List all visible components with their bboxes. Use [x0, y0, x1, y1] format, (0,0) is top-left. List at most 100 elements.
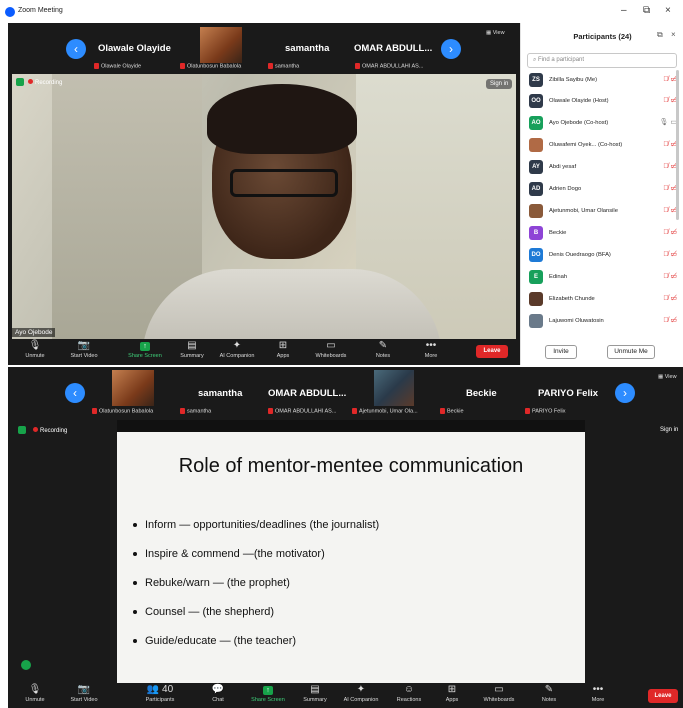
record-dot-icon — [28, 79, 33, 84]
participant-row[interactable]: AY Abdi yesaf 🎙̸ ▭̸ — [527, 157, 677, 178]
participant-row[interactable]: AD Adrien Dogo 🎙̸ ▭̸ — [527, 179, 677, 200]
participant-row[interactable]: OO Olawale Olayide (Host) 🎙̸ ▭̸ — [527, 91, 677, 112]
participant-row[interactable]: Oluwafemi Oyek... (Co-host) 🎙̸ ▭̸ — [527, 135, 677, 156]
more-button[interactable]: ••• More — [584, 683, 612, 703]
participant-row[interactable]: DO Denis Ouedraogo (BFA) 🎙̸ ▭̸ — [527, 245, 677, 266]
avatar: AY — [529, 160, 543, 174]
apps-button[interactable]: ⊞ Apps — [438, 683, 466, 703]
apps-icon: ⊞ — [447, 684, 457, 695]
share-screen-button[interactable]: ↑ Share Screen — [248, 683, 288, 703]
close-button[interactable]: × — [665, 5, 671, 16]
unmute-button[interactable]: 🎙 Unmute — [22, 683, 48, 703]
unmuted-icons: 🎙 ▭ — [659, 119, 677, 126]
muted-icons: 🎙̸ ▭̸ — [663, 317, 677, 324]
strip-tile-label: Olawale Olayide — [94, 63, 141, 69]
muted-icons: 🎙̸ ▭̸ — [663, 163, 677, 170]
whiteboards-button[interactable]: ▭ Whiteboards — [308, 339, 354, 359]
ai-companion-button[interactable]: ✦ AI Companion — [214, 339, 260, 359]
chat-button[interactable]: 💬 Chat — [204, 683, 232, 703]
whiteboards-button[interactable]: ▭ Whiteboards — [476, 683, 522, 703]
participant-row[interactable]: AO Ayo Ojebode (Co-host) 🎙 ▭ — [527, 113, 677, 134]
whiteboard-icon: ▭ — [326, 340, 336, 351]
bullet-dot-icon — [133, 610, 137, 615]
slide-bullet: Inspire & commend —(the motivator) — [133, 548, 325, 560]
invite-button[interactable]: Invite — [545, 345, 577, 359]
prev-page-arrow-icon[interactable]: ‹ — [66, 39, 86, 59]
leave-button[interactable]: Leave — [648, 689, 678, 703]
participant-row[interactable]: Elizabeth Chunde 🎙̸ ▭̸ — [527, 289, 677, 310]
share-screen-icon: ↑ — [263, 686, 273, 695]
bullet-dot-icon — [133, 523, 137, 528]
unmute-button[interactable]: 🎙 Unmute — [22, 339, 48, 359]
strip-tile-name: OMAR ABDULL... — [268, 388, 347, 399]
sign-in-button[interactable]: Sign in — [660, 427, 678, 433]
slide-title: Role of mentor-mentee communication — [178, 455, 524, 477]
summary-button[interactable]: ▤ Summary — [298, 683, 332, 703]
chat-icon: 💬 — [211, 684, 225, 695]
participant-row[interactable]: Lajuwomi Oluwatosin 🎙̸ ▭̸ — [527, 311, 677, 332]
muted-icons: 🎙̸ ▭̸ — [663, 97, 677, 104]
pop-out-icon[interactable]: ⧉ — [657, 30, 663, 40]
next-page-arrow-icon[interactable]: › — [441, 39, 461, 59]
speaker-hair — [207, 84, 357, 154]
speaker-glasses — [230, 169, 338, 197]
more-button[interactable]: ••• More — [417, 339, 445, 359]
apps-button[interactable]: ⊞ Apps — [268, 339, 298, 359]
participant-search-input[interactable]: ⌕ Find a participant — [527, 53, 677, 68]
record-dot-icon — [33, 427, 38, 432]
participant-row[interactable]: B Beckie 🎙̸ ▭̸ — [527, 223, 677, 244]
security-shield-icon[interactable] — [18, 426, 26, 434]
ai-companion-button[interactable]: ✦ AI Companion — [338, 683, 384, 703]
participant-row[interactable]: E Edinah 🎙̸ ▭̸ — [527, 267, 677, 288]
unmute-me-button[interactable]: Unmute Me — [607, 345, 655, 359]
avatar: E — [529, 270, 543, 284]
ai-sparkle-icon: ✦ — [232, 340, 242, 351]
view-button[interactable]: ▦ View — [486, 30, 505, 36]
annotate-pencil-icon[interactable] — [21, 660, 31, 670]
participant-row[interactable]: Ajetunmobi, Umar Olansile 🎙̸ ▭̸ — [527, 201, 677, 222]
participants-button[interactable]: 👥 40 Participants — [140, 683, 180, 703]
speaker-video — [12, 74, 516, 339]
share-screen-icon: ↑ — [140, 342, 150, 351]
strip-tile-label: Olatunbosun Babalola — [180, 63, 241, 69]
camera-icon: 📷 — [77, 684, 91, 695]
start-video-button[interactable]: 📷 Start Video — [64, 339, 104, 359]
slide-bullet: Counsel — (the shepherd) — [133, 606, 274, 618]
reactions-icon: ☺ — [403, 684, 415, 695]
security-shield-icon[interactable] — [16, 78, 24, 86]
muted-icons: 🎙̸ ▭̸ — [663, 251, 677, 258]
slide-bullet: Guide/educate — (the teacher) — [133, 635, 296, 647]
strip-tile-label: PARIYO Felix — [525, 408, 566, 414]
summary-icon: ▤ — [310, 684, 320, 695]
prev-page-arrow-icon[interactable]: ‹ — [65, 383, 85, 403]
share-screen-button[interactable]: ↑ Share Screen — [125, 339, 165, 359]
summary-button[interactable]: ▤ Summary — [174, 339, 210, 359]
microphone-icon: 🎙 — [28, 684, 42, 695]
maximize-button[interactable]: ⧉ — [643, 5, 650, 16]
strip-tile-label: OMAR ABDULLAHI AS... — [268, 408, 336, 414]
minimize-button[interactable]: – — [621, 5, 627, 16]
mic-muted-icon — [92, 408, 97, 414]
leave-button[interactable]: Leave — [476, 345, 508, 358]
participant-row[interactable]: ZS Zibilla Sayibu (Me) 🎙̸ ▭̸ — [527, 70, 677, 91]
notes-button[interactable]: ✎ Notes — [535, 683, 563, 703]
view-button[interactable]: ▦ View — [658, 374, 677, 380]
strip-tile-name: PARIYO Felix — [538, 388, 599, 399]
notes-button[interactable]: ✎ Notes — [368, 339, 398, 359]
muted-icons: 🎙̸ ▭̸ — [663, 141, 677, 148]
mic-muted-icon — [180, 408, 185, 414]
zoom-logo-icon — [5, 7, 15, 17]
sign-in-button[interactable]: Sign in — [486, 79, 513, 89]
camera-icon: 📷 — [77, 340, 91, 351]
next-page-arrow-icon[interactable]: › — [615, 383, 635, 403]
muted-icons: 🎙̸ ▭̸ — [663, 273, 677, 280]
strip-tile-name: Olawale Olayide — [98, 43, 171, 54]
reactions-button[interactable]: ☺ Reactions — [392, 683, 426, 703]
title-bar — [0, 0, 683, 24]
bullet-dot-icon — [133, 639, 137, 644]
panel-scrollbar[interactable] — [676, 70, 679, 220]
close-panel-icon[interactable]: × — [671, 30, 676, 39]
start-video-button[interactable]: 📷 Start Video — [64, 683, 104, 703]
more-dots-icon: ••• — [425, 340, 437, 351]
slide-bullet: Rebuke/warn — (the prophet) — [133, 577, 290, 589]
